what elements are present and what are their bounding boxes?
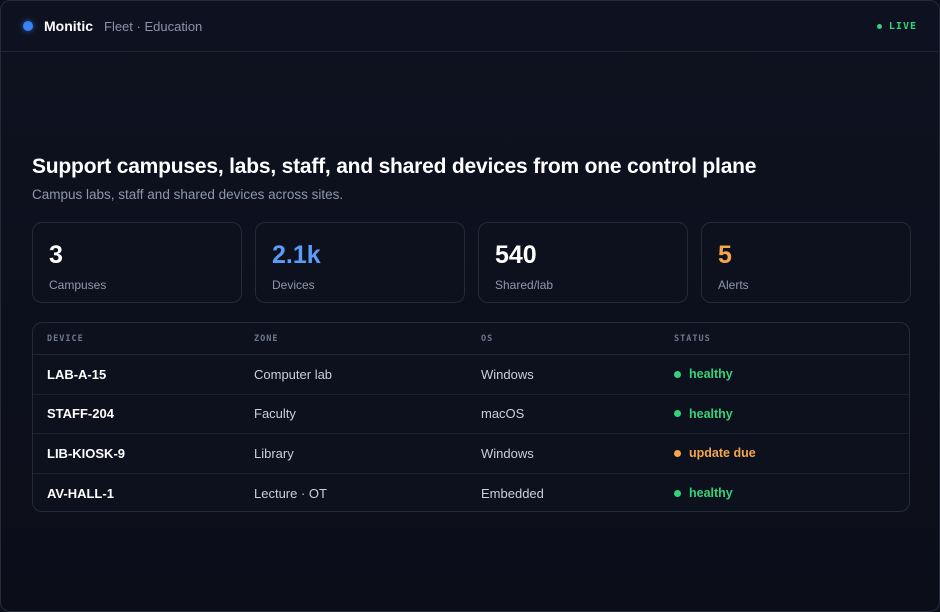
stat-label: Campuses bbox=[49, 278, 107, 292]
column-header-status: STATUS bbox=[674, 333, 711, 344]
os-cell: Windows bbox=[481, 445, 534, 461]
status-dot-icon bbox=[674, 489, 681, 497]
status-cell: healthy bbox=[674, 407, 909, 421]
table-row[interactable]: STAFF-204 Faculty macOS healthy bbox=[33, 395, 909, 434]
table-row[interactable]: LAB-A-15 Computer lab Windows healthy bbox=[33, 355, 909, 395]
breadcrumb: Fleet · Education bbox=[104, 18, 203, 34]
stat-card-devices: 2.1k Devices bbox=[255, 222, 465, 303]
stat-card-shared-lab: 540 Shared/lab bbox=[478, 222, 688, 303]
brand-name[interactable]: Monitic bbox=[44, 18, 93, 34]
device-table: DEVICE ZONE OS STATUS LAB-A-15 Computer … bbox=[32, 322, 910, 512]
stat-label: Alerts bbox=[718, 278, 749, 292]
device-cell: AV-HALL-1 bbox=[47, 485, 114, 501]
column-header-os: OS bbox=[481, 333, 494, 344]
device-cell: LIB-KIOSK-9 bbox=[47, 445, 125, 461]
stat-card-campuses: 3 Campuses bbox=[32, 222, 242, 303]
status-badge: update due bbox=[689, 446, 756, 461]
stat-card-alerts: 5 Alerts bbox=[701, 222, 911, 303]
page-subtitle: Campus labs, staff and shared devices ac… bbox=[32, 187, 344, 202]
live-dot-icon bbox=[876, 23, 882, 29]
top-bar: Monitic Fleet · Education LIVE bbox=[1, 1, 939, 52]
status-cell: update due bbox=[674, 446, 909, 460]
app-window: Monitic Fleet · Education LIVE Support c… bbox=[0, 0, 940, 612]
stat-label: Devices bbox=[272, 278, 315, 292]
zone-cell: Faculty bbox=[254, 406, 296, 422]
live-label: LIVE bbox=[888, 20, 917, 32]
status-badge: healthy bbox=[689, 367, 733, 382]
brand-logo-icon bbox=[23, 21, 33, 31]
stat-label: Shared/lab bbox=[495, 278, 554, 292]
page-title: Support campuses, labs, staff, and share… bbox=[32, 155, 757, 178]
live-indicator: LIVE bbox=[876, 20, 917, 32]
table-row[interactable]: LIB-KIOSK-9 Library Windows update due bbox=[33, 434, 909, 474]
os-cell: Embedded bbox=[481, 485, 544, 501]
status-badge: healthy bbox=[689, 486, 733, 501]
status-cell: healthy bbox=[674, 486, 909, 500]
device-cell: STAFF-204 bbox=[47, 406, 114, 422]
column-header-zone: ZONE bbox=[254, 333, 279, 344]
device-cell: LAB-A-15 bbox=[47, 366, 107, 382]
stat-value: 540 bbox=[495, 241, 537, 269]
status-dot-icon bbox=[674, 370, 681, 378]
zone-cell: Lecture · OT bbox=[254, 485, 327, 501]
stat-value: 3 bbox=[49, 241, 63, 269]
stat-value: 5 bbox=[718, 241, 732, 269]
os-cell: macOS bbox=[481, 406, 525, 422]
os-cell: Windows bbox=[481, 366, 534, 382]
column-header-device: DEVICE bbox=[47, 333, 84, 344]
status-dot-icon bbox=[674, 449, 681, 457]
table-row[interactable]: AV-HALL-1 Lecture · OT Embedded healthy bbox=[33, 474, 909, 512]
status-dot-icon bbox=[674, 410, 681, 418]
stats-row: 3 Campuses 2.1k Devices 540 Shared/lab 5… bbox=[32, 222, 911, 303]
zone-cell: Library bbox=[254, 445, 294, 461]
table-header: DEVICE ZONE OS STATUS bbox=[33, 323, 909, 355]
status-badge: healthy bbox=[689, 406, 733, 421]
stat-value: 2.1k bbox=[272, 241, 321, 269]
status-cell: healthy bbox=[674, 367, 909, 381]
zone-cell: Computer lab bbox=[254, 366, 333, 382]
